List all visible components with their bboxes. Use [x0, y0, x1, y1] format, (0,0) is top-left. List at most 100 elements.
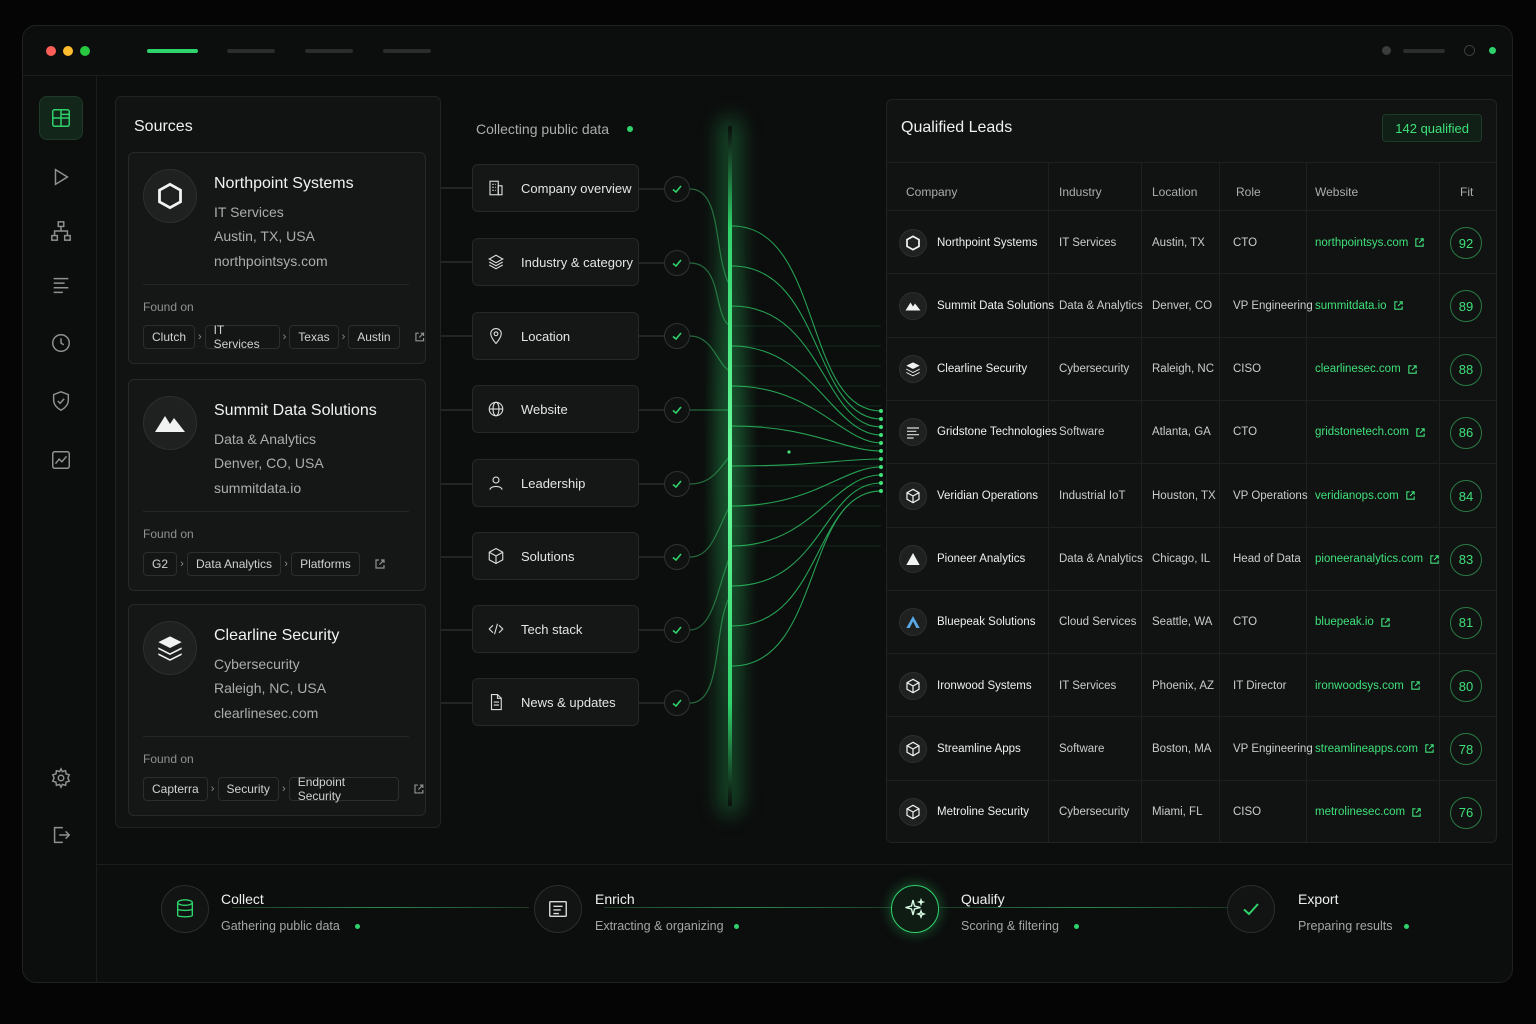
field-company-overview[interactable]: Company overview	[472, 164, 639, 212]
table-row[interactable]: Metroline Security Cybersecurity Miami, FL…	[887, 779, 1496, 843]
stage-collect-button[interactable]	[161, 885, 209, 933]
external-link-icon[interactable]	[1380, 617, 1391, 628]
website-link[interactable]: pioneeranalytics.com	[1315, 553, 1423, 565]
fit-score-badge: 76	[1450, 796, 1482, 829]
website-link[interactable]: summitdata.io	[1315, 300, 1387, 312]
stage-export-button[interactable]	[1227, 885, 1275, 933]
website-link[interactable]: gridstonetech.com	[1315, 426, 1409, 438]
table-row[interactable]: Northpoint Systems IT Services Austin, TX C…	[887, 210, 1496, 273]
website-link[interactable]: clearlinesec.com	[1315, 363, 1401, 375]
fit-score-badge: 84	[1450, 480, 1482, 513]
cube-logo-icon	[899, 481, 927, 510]
company-name[interactable]: Veridian Operations	[937, 490, 1038, 502]
code-icon	[488, 623, 504, 635]
company-name[interactable]: Northpoint Systems	[937, 237, 1037, 249]
cube-icon	[488, 547, 504, 565]
fit-score-badge: 78	[1450, 733, 1482, 766]
company-name[interactable]: Bluepeak Solutions	[937, 616, 1035, 628]
mountain-logo-icon	[899, 291, 927, 320]
company-name[interactable]: Pioneer Analytics	[937, 553, 1025, 565]
cube-logo-icon	[899, 734, 927, 763]
website-link[interactable]: veridianops.com	[1315, 490, 1399, 502]
cube-logo-icon	[899, 671, 927, 700]
check-icon	[664, 471, 690, 497]
map-pin-icon	[490, 328, 502, 345]
fit-score-badge: 88	[1450, 353, 1482, 386]
external-link-icon[interactable]	[1405, 490, 1416, 501]
website-link[interactable]: northpointsys.com	[1315, 237, 1408, 249]
industry-cell: Software	[1059, 426, 1105, 439]
company-name[interactable]: Metroline Security	[937, 806, 1029, 818]
table-row[interactable]: Bluepeak Solutions Cloud Services Seattle,…	[887, 589, 1496, 653]
check-icon	[664, 690, 690, 716]
company-name[interactable]: Ironwood Systems	[937, 680, 1032, 692]
column-header-company[interactable]: Company	[906, 185, 957, 199]
cube-logo-icon	[899, 798, 927, 827]
stage-title: Collect	[221, 891, 264, 907]
field-news-updates[interactable]: News & updates	[472, 678, 639, 726]
person-icon	[489, 476, 503, 490]
website-link[interactable]: ironwoodsys.com	[1315, 680, 1404, 692]
industry-cell: IT Services	[1059, 236, 1117, 249]
column-header-website[interactable]: Website	[1315, 185, 1358, 199]
external-link-icon[interactable]	[1415, 427, 1426, 438]
industry-cell: Cybersecurity	[1059, 363, 1130, 376]
company-cell: Gridstone Technologies	[899, 401, 1057, 464]
company-name[interactable]: Summit Data Solutions	[937, 300, 1054, 312]
website-cell: summitdata.io	[1315, 274, 1404, 337]
website-cell: pioneeranalytics.com	[1315, 528, 1440, 591]
company-name[interactable]: Gridstone Technologies	[937, 426, 1057, 438]
website-link[interactable]: bluepeak.io	[1315, 616, 1374, 628]
check-icon	[664, 176, 690, 202]
company-cell: Streamline Apps	[899, 717, 1021, 780]
external-link-icon[interactable]	[1424, 743, 1435, 754]
external-link-icon[interactable]	[1407, 364, 1418, 375]
website-link[interactable]: metrolinesec.com	[1315, 806, 1405, 818]
website-link[interactable]: streamlineapps.com	[1315, 743, 1418, 755]
column-header-role[interactable]: Role	[1236, 185, 1261, 199]
field-label: Location	[521, 328, 571, 344]
fit-score-badge: 89	[1450, 290, 1482, 323]
field-location[interactable]: Location	[472, 312, 639, 360]
stage-qualify-button[interactable]	[891, 885, 939, 933]
table-row[interactable]: Veridian Operations Industrial IoT Houston…	[887, 463, 1496, 526]
column-header-location[interactable]: Location	[1152, 185, 1197, 199]
website-cell: northpointsys.com	[1315, 211, 1425, 274]
field-website[interactable]: Website	[472, 385, 639, 433]
header-divider	[887, 162, 1496, 163]
role-cell: CTO	[1233, 426, 1258, 439]
company-name[interactable]: Clearline Security	[937, 363, 1027, 375]
external-link-icon[interactable]	[1393, 300, 1404, 311]
column-header-industry[interactable]: Industry	[1059, 185, 1102, 199]
column-header-fit[interactable]: Fit	[1460, 185, 1473, 199]
location-cell: Atlanta, GA	[1152, 426, 1211, 439]
table-row[interactable]: Streamline Apps Software Boston, MA VP Engi…	[887, 716, 1496, 779]
table-row[interactable]: Summit Data Solutions Data & Analytics Den…	[887, 273, 1496, 336]
external-link-icon[interactable]	[1410, 680, 1421, 691]
company-name[interactable]: Streamline Apps	[937, 743, 1021, 755]
field-leadership[interactable]: Leadership	[472, 459, 639, 507]
sparkle-icon	[905, 897, 927, 920]
check-icon	[664, 617, 690, 643]
globe-icon	[488, 401, 504, 417]
table-row[interactable]: Pioneer Analytics Data & Analytics Chicago…	[887, 526, 1496, 591]
field-industry-category[interactable]: Industry & category	[472, 238, 639, 286]
lines-logo-icon	[899, 418, 927, 447]
field-label: Website	[521, 401, 568, 417]
external-link-icon[interactable]	[1414, 237, 1425, 248]
check-icon	[664, 544, 690, 570]
role-cell: CISO	[1233, 363, 1262, 376]
field-label: Industry & category	[521, 254, 633, 270]
location-cell: Denver, CO	[1152, 299, 1213, 312]
external-link-icon[interactable]	[1411, 807, 1422, 818]
table-row[interactable]: Gridstone Technologies Software Atlanta, G…	[887, 399, 1496, 464]
field-tech-stack[interactable]: Tech stack	[472, 605, 639, 653]
table-row[interactable]: Ironwood Systems IT Services Phoenix, AZ IT…	[887, 653, 1496, 716]
table-row[interactable]: Clearline Security Cybersecurity Raleigh, …	[887, 336, 1496, 401]
live-indicator	[627, 126, 633, 132]
stage-enrich-button[interactable]	[534, 885, 582, 933]
processing-beam	[728, 126, 732, 806]
company-cell: Clearline Security	[899, 338, 1027, 401]
external-link-icon[interactable]	[1429, 554, 1440, 565]
field-solutions[interactable]: Solutions	[472, 532, 639, 580]
